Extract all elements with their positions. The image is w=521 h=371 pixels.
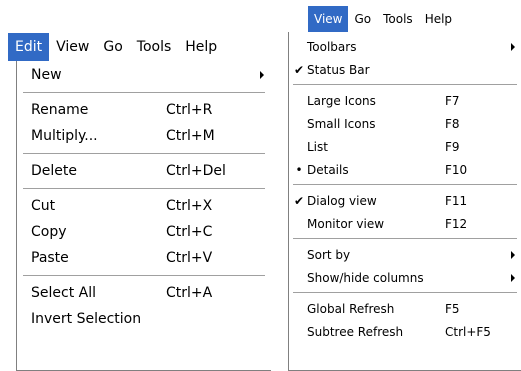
menu-item-shortcut: F7: [445, 93, 460, 108]
menu-item-label: New: [31, 67, 62, 83]
menubar-tools[interactable]: Tools: [377, 6, 419, 32]
menu-separator: [23, 275, 265, 276]
menu-item-status-bar[interactable]: ✔ Status Bar: [289, 58, 521, 81]
menu-item-cut[interactable]: Cut Ctrl+X: [17, 193, 271, 219]
menu-item-label: Sort by: [307, 247, 351, 262]
menubar-help[interactable]: Help: [178, 33, 224, 61]
menu-separator: [23, 92, 265, 93]
menu-item-show-hide-columns[interactable]: Show/hide columns: [289, 266, 521, 289]
menu-item-details[interactable]: • Details F10: [289, 158, 521, 181]
menu-item-shortcut: Ctrl+F5: [445, 324, 491, 339]
menubar-view[interactable]: View: [49, 33, 96, 61]
menu-item-label: Large Icons: [307, 93, 376, 108]
menu-item-sort-by[interactable]: Sort by: [289, 243, 521, 266]
menu-separator: [293, 84, 517, 85]
menubar-tools[interactable]: Tools: [130, 33, 179, 61]
menu-separator: [293, 184, 517, 185]
menu-item-label: Details: [307, 162, 349, 177]
menu-item-label: Subtree Refresh: [307, 324, 404, 339]
menu-item-shortcut: Ctrl+R: [166, 102, 213, 118]
menu-item-shortcut: F10: [445, 162, 468, 177]
menu-item-label: Show/hide columns: [307, 270, 424, 285]
menu-separator: [293, 292, 517, 293]
menu-item-shortcut: Ctrl+V: [166, 250, 213, 266]
menu-item-label: Copy: [31, 224, 67, 240]
menu-item-label: Invert Selection: [31, 311, 142, 327]
menu-item-large-icons[interactable]: Large Icons F7: [289, 89, 521, 112]
check-icon: ✔: [293, 62, 305, 77]
menu-item-list[interactable]: List F9: [289, 135, 521, 158]
menu-item-dialog-view[interactable]: ✔ Dialog view F11: [289, 189, 521, 212]
menu-item-label: Small Icons: [307, 116, 376, 131]
menu-item-shortcut: Ctrl+M: [166, 128, 215, 144]
menu-item-label: Monitor view: [307, 216, 385, 231]
check-icon: ✔: [293, 193, 305, 208]
menu-item-shortcut: F8: [445, 116, 460, 131]
menu-item-label: Paste: [31, 250, 69, 266]
menu-item-select-all[interactable]: Select All Ctrl+A: [17, 280, 271, 306]
view-window-menubar: View Go Tools Help: [308, 6, 521, 32]
menubar-edit[interactable]: Edit: [8, 33, 50, 61]
menu-item-paste[interactable]: Paste Ctrl+V: [17, 245, 271, 271]
menu-item-small-icons[interactable]: Small Icons F8: [289, 112, 521, 135]
menu-item-copy[interactable]: Copy Ctrl+C: [17, 219, 271, 245]
menu-item-subtree-refresh[interactable]: Subtree Refresh Ctrl+F5: [289, 320, 521, 343]
menubar-view[interactable]: View: [308, 6, 349, 32]
menu-item-toolbars[interactable]: Toolbars: [289, 35, 521, 58]
menu-item-label: Dialog view: [307, 193, 377, 208]
menu-item-shortcut: F11: [445, 193, 468, 208]
edit-dropdown-menu: New Rename Ctrl+R Multiply... Ctrl+M Del…: [16, 61, 271, 371]
menu-item-label: Cut: [31, 198, 56, 214]
menu-item-shortcut: F9: [445, 139, 460, 154]
menu-separator: [23, 153, 265, 154]
menubar-go[interactable]: Go: [348, 6, 377, 32]
submenu-arrow-icon: [511, 250, 515, 259]
menu-item-label: List: [307, 139, 328, 154]
menu-item-label: Select All: [31, 285, 96, 301]
submenu-arrow-icon: [511, 42, 515, 51]
menu-item-label: Global Refresh: [307, 301, 395, 316]
menu-item-shortcut: Ctrl+A: [166, 285, 213, 301]
menu-item-monitor-view[interactable]: Monitor view F12: [289, 212, 521, 235]
menu-item-shortcut: F12: [445, 216, 468, 231]
menu-item-multiply[interactable]: Multiply... Ctrl+M: [17, 123, 271, 149]
edit-window-menubar: Edit View Go Tools Help: [8, 33, 270, 61]
radio-bullet-icon: •: [295, 162, 303, 177]
submenu-arrow-icon: [260, 71, 264, 79]
menu-item-label: Rename: [31, 102, 89, 118]
view-dropdown-menu: Toolbars ✔ Status Bar Large Icons F7 Sma…: [288, 32, 521, 371]
menu-item-label: Multiply...: [31, 128, 98, 144]
menu-item-shortcut: Ctrl+Del: [166, 163, 226, 179]
menu-item-label: Status Bar: [307, 62, 370, 77]
menu-item-global-refresh[interactable]: Global Refresh F5: [289, 297, 521, 320]
menu-separator: [293, 238, 517, 239]
menu-item-label: Delete: [31, 163, 77, 179]
menu-item-delete[interactable]: Delete Ctrl+Del: [17, 158, 271, 184]
menu-separator: [23, 188, 265, 189]
menubar-go[interactable]: Go: [96, 33, 129, 61]
menu-item-new[interactable]: New: [17, 62, 271, 88]
menu-item-shortcut: Ctrl+X: [166, 198, 213, 214]
menu-item-label: Toolbars: [307, 39, 357, 54]
menu-item-shortcut: F5: [445, 301, 460, 316]
menu-item-invert-selection[interactable]: Invert Selection: [17, 306, 271, 332]
submenu-arrow-icon: [511, 273, 515, 282]
menubar-help[interactable]: Help: [419, 6, 458, 32]
menu-item-shortcut: Ctrl+C: [166, 224, 213, 240]
menu-item-rename[interactable]: Rename Ctrl+R: [17, 97, 271, 123]
